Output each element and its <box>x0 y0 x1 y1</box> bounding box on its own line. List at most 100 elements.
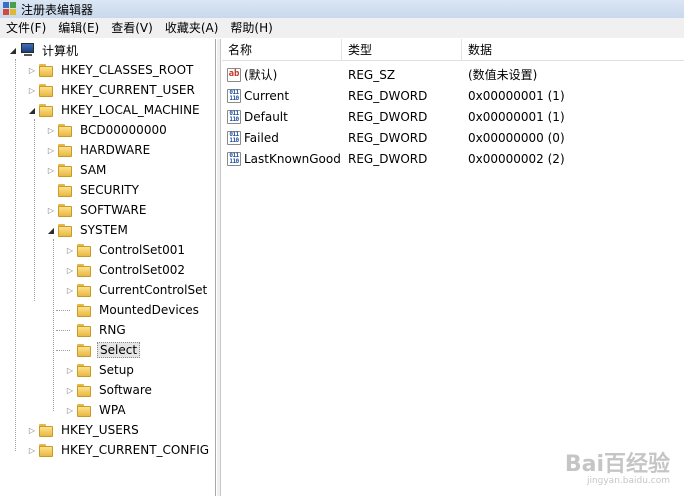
menu-file[interactable]: 文件(F) <box>0 18 52 38</box>
title-bar: 注册表编辑器 <box>0 0 684 18</box>
tree-item-currentcontrolset[interactable]: ▷ CurrentControlSet <box>65 280 209 300</box>
list-header: 名称 类型 数据 <box>222 39 684 61</box>
menu-edit[interactable]: 编辑(E) <box>52 18 105 38</box>
tree-item-select[interactable]: Select <box>65 340 141 360</box>
window-title: 注册表编辑器 <box>21 2 94 17</box>
value-row-current[interactable]: 011 110 Current REG_DWORD 0x00000001 (1) <box>222 85 684 106</box>
value-type: REG_DWORD <box>348 151 428 166</box>
folder-icon <box>77 283 93 297</box>
tree-item-setup[interactable]: ▷ Setup <box>65 360 136 380</box>
folder-icon <box>39 103 55 117</box>
expand-arrow-icon[interactable]: ▷ <box>27 420 37 440</box>
tree-item-label: HKEY_CLASSES_ROOT <box>61 63 194 77</box>
value-row-default-dword[interactable]: 011 110 Default REG_DWORD 0x00000001 (1) <box>222 106 684 127</box>
tree-item-hkcr[interactable]: ▷ HKEY_CLASSES_ROOT <box>27 60 195 80</box>
tree-item-bcd[interactable]: ▷ BCD00000000 <box>46 120 169 140</box>
tree-item-label: Setup <box>99 363 134 377</box>
expand-arrow-icon[interactable]: ▷ <box>27 440 37 460</box>
tree-item-label: HARDWARE <box>80 143 151 157</box>
folder-icon <box>58 143 74 157</box>
menu-favorites[interactable]: 收藏夹(A) <box>159 18 225 38</box>
tree-item-computer[interactable]: ◢ 计算机 <box>8 40 80 60</box>
column-header-type[interactable]: 类型 <box>342 39 462 61</box>
value-row-default[interactable]: ab (默认) REG_SZ (数值未设置) <box>222 64 684 85</box>
collapse-arrow-icon[interactable]: ◢ <box>46 220 56 240</box>
menu-view[interactable]: 查看(V) <box>105 18 159 38</box>
value-type: REG_SZ <box>348 67 396 82</box>
expand-arrow-icon[interactable]: ▷ <box>27 60 37 80</box>
tree-item-label: HKEY_CURRENT_CONFIG <box>61 443 210 457</box>
expand-arrow-icon[interactable]: ▷ <box>65 240 75 260</box>
value-type: REG_DWORD <box>348 88 428 103</box>
expand-arrow-icon[interactable]: ▷ <box>65 260 75 280</box>
tree-item-hkcc[interactable]: ▷ HKEY_CURRENT_CONFIG <box>27 440 211 460</box>
tree-item-label: ControlSet001 <box>99 243 185 257</box>
folder-icon <box>58 203 74 217</box>
value-data: 0x00000002 (2) <box>468 151 565 166</box>
tree-item-hku[interactable]: ▷ HKEY_USERS <box>27 420 141 440</box>
key-tree-pane[interactable]: ◢ 计算机 ▷ HKEY_CLASSES_ROOT ▷ HKEY_CURRENT… <box>0 39 216 496</box>
expand-arrow-icon[interactable]: ▷ <box>46 140 56 160</box>
tree-item-label: SECURITY <box>80 183 139 197</box>
folder-icon <box>39 423 55 437</box>
expand-arrow-icon[interactable]: ▷ <box>65 280 75 300</box>
tree-item-system[interactable]: ◢ SYSTEM <box>46 220 130 240</box>
tree-item-sam[interactable]: ▷ SAM <box>46 160 108 180</box>
tree-item-label: 计算机 <box>42 43 79 58</box>
value-data: (数值未设置) <box>468 68 538 82</box>
folder-icon <box>77 263 93 277</box>
tree-item-security[interactable]: SECURITY <box>46 180 141 200</box>
expand-arrow-icon[interactable]: ▷ <box>46 200 56 220</box>
tree-guide-line <box>53 239 54 411</box>
tree-item-hklm[interactable]: ◢ HKEY_LOCAL_MACHINE <box>27 100 202 120</box>
collapse-arrow-icon[interactable]: ◢ <box>8 40 18 60</box>
tree-item-controlset002[interactable]: ▷ ControlSet002 <box>65 260 187 280</box>
value-name: LastKnownGood <box>244 151 341 166</box>
tree-item-label: ControlSet002 <box>99 263 185 277</box>
tree-item-controlset001[interactable]: ▷ ControlSet001 <box>65 240 187 260</box>
expand-arrow-icon[interactable]: ▷ <box>65 360 75 380</box>
tree-item-rng[interactable]: RNG <box>65 320 128 340</box>
expand-arrow-icon[interactable]: ▷ <box>46 120 56 140</box>
tree-item-label: MountedDevices <box>99 303 199 317</box>
value-row-failed[interactable]: 011 110 Failed REG_DWORD 0x00000000 (0) <box>222 127 684 148</box>
tree-item-label: HKEY_CURRENT_USER <box>61 83 195 97</box>
folder-icon <box>58 123 74 137</box>
expand-arrow-icon[interactable]: ▷ <box>46 160 56 180</box>
baidu-jingyan-watermark: Bai百经验 jingyan.baidu.com <box>565 454 670 487</box>
collapse-arrow-icon[interactable]: ◢ <box>27 100 37 120</box>
folder-icon <box>77 303 93 317</box>
tree-item-label: BCD00000000 <box>80 123 167 137</box>
value-type: REG_DWORD <box>348 130 428 145</box>
expand-arrow-icon[interactable]: ▷ <box>27 80 37 100</box>
column-header-data[interactable]: 数据 <box>462 39 684 61</box>
value-row-lastknowngood[interactable]: 011 110 LastKnownGood REG_DWORD 0x0000000… <box>222 148 684 169</box>
menu-bar: 文件(F) 编辑(E) 查看(V) 收藏夹(A) 帮助(H) <box>0 18 684 38</box>
folder-icon <box>58 183 74 197</box>
menu-help[interactable]: 帮助(H) <box>224 18 278 38</box>
tree-item-hardware[interactable]: ▷ HARDWARE <box>46 140 152 160</box>
expand-arrow-icon[interactable]: ▷ <box>65 380 75 400</box>
tree-item-software-system[interactable]: ▷ Software <box>65 380 154 400</box>
value-name: (默认) <box>244 68 278 82</box>
folder-icon <box>77 323 93 337</box>
pane-splitter[interactable] <box>217 39 221 496</box>
tree-item-label: SOFTWARE <box>80 203 147 217</box>
tree-item-hkcu[interactable]: ▷ HKEY_CURRENT_USER <box>27 80 197 100</box>
tree-item-label: HKEY_USERS <box>61 423 139 437</box>
value-name: Current <box>244 88 290 103</box>
tree-item-software[interactable]: ▷ SOFTWARE <box>46 200 148 220</box>
binary-value-icon: 011 110 <box>227 130 241 145</box>
expand-arrow-icon[interactable]: ▷ <box>65 400 75 420</box>
tree-item-label: CurrentControlSet <box>99 283 208 297</box>
tree-item-wpa[interactable]: ▷ WPA <box>65 400 128 420</box>
tree-item-label: SYSTEM <box>80 223 128 237</box>
value-data: 0x00000000 (0) <box>468 130 565 145</box>
tree-item-mounteddevices[interactable]: MountedDevices <box>65 300 201 320</box>
column-header-name[interactable]: 名称 <box>222 39 342 61</box>
values-list-pane[interactable]: 名称 类型 数据 ab (默认) REG_SZ (数值未设置) 011 110 C… <box>222 39 684 496</box>
folder-icon <box>77 343 93 357</box>
